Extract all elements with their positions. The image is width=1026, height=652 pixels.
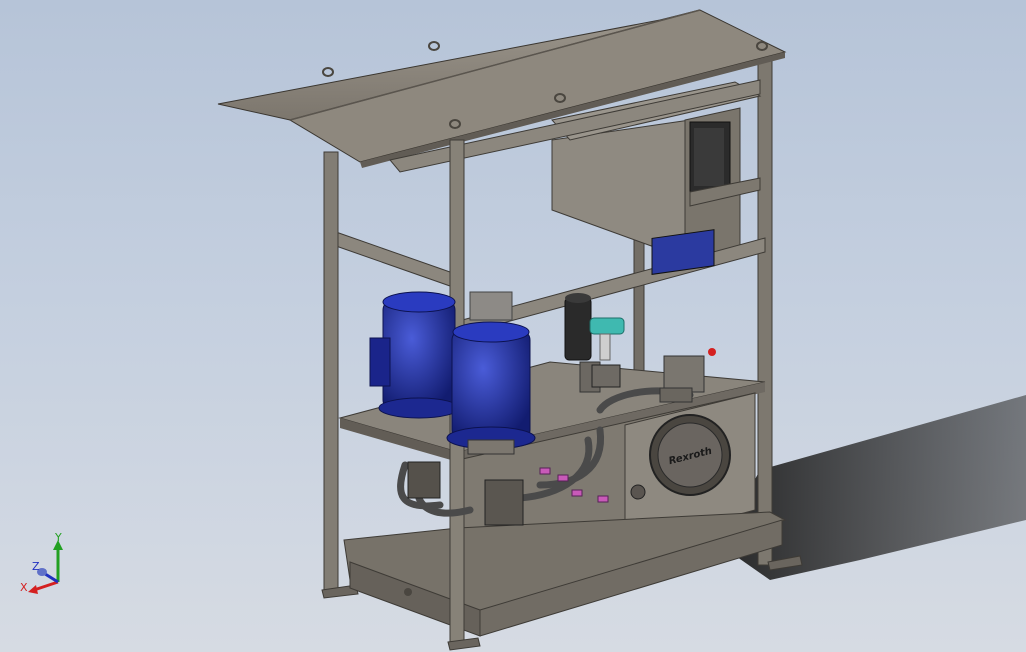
y-axis-label: Y	[54, 531, 62, 544]
junction-box	[469, 291, 513, 321]
drain-port	[404, 588, 412, 596]
back-post-right	[757, 59, 773, 566]
x-axis-label: X	[20, 581, 28, 594]
x-axis-line	[33, 580, 59, 592]
front-post-left	[323, 151, 339, 593]
pump-body	[484, 479, 524, 526]
mid-beam	[335, 231, 451, 287]
hydraulic-unit-model[interactable]: Rexroth	[0, 0, 1026, 652]
electric-motor-1	[369, 291, 460, 419]
x-axis-arrow	[28, 585, 38, 594]
pressure-sensor	[589, 317, 625, 361]
sight-glass	[630, 484, 646, 500]
base-tray	[343, 511, 787, 633]
electric-motor-2	[446, 321, 536, 455]
electrical-box-face	[694, 128, 724, 186]
pump-body-2	[407, 461, 441, 499]
cad-viewport[interactable]: Rexroth Y X Z	[0, 0, 1026, 652]
z-axis-label: Z	[32, 560, 40, 573]
check-valve	[591, 364, 621, 388]
orientation-triad[interactable]: Y X Z	[18, 528, 78, 598]
